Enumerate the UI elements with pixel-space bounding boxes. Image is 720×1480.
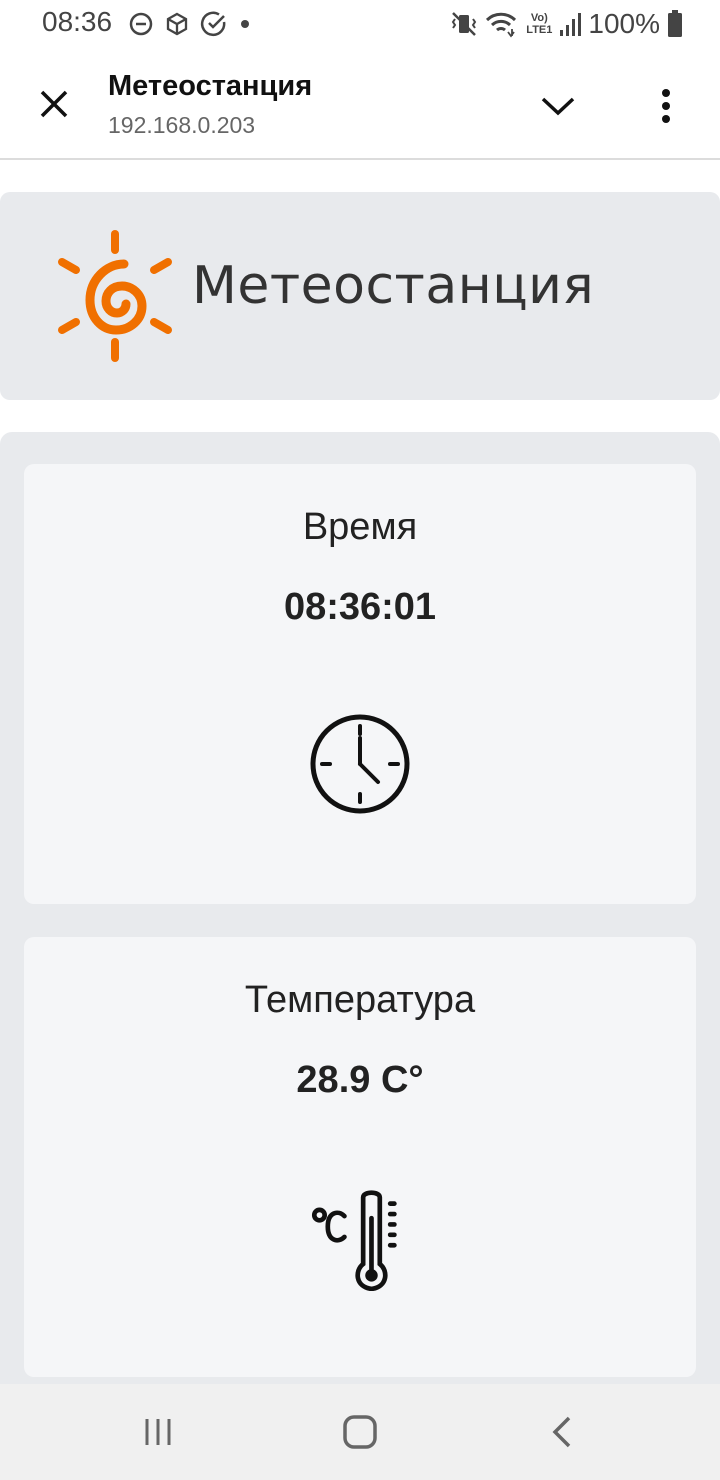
temperature-card: Температура 28.9 C° xyxy=(24,937,696,1377)
dot-icon xyxy=(241,20,249,28)
wifi-icon xyxy=(486,12,517,38)
time-value: 08:36:01 xyxy=(283,586,437,628)
recents-button[interactable] xyxy=(124,1398,192,1466)
status-right-icons: Vo) LTE1 100% xyxy=(450,6,684,42)
brand-name: Метеостанция xyxy=(192,256,595,316)
network-label-bottom: LTE1 xyxy=(526,24,553,36)
status-time: 08:36 xyxy=(42,6,113,37)
temperature-value: 28.9 C° xyxy=(296,1059,424,1101)
app-bar: Метеостанция 192.168.0.203 xyxy=(0,48,720,160)
time-card: Время 08:36:01 xyxy=(24,464,696,904)
expand-button[interactable] xyxy=(526,74,590,138)
app-title: Метеостанция xyxy=(108,70,313,102)
more-options-button[interactable] xyxy=(634,74,698,138)
close-icon xyxy=(40,90,68,118)
home-button[interactable] xyxy=(326,1398,394,1466)
battery-icon xyxy=(668,10,682,37)
network-label-top: Vo) xyxy=(530,12,548,24)
chevron-down-icon xyxy=(541,97,575,116)
battery-percent: 100% xyxy=(588,8,660,39)
web-content: Метеостанция Время 08:36:01 Температура … xyxy=(0,160,720,1392)
cards-section: Время 08:36:01 Температура 28.9 C° xyxy=(0,432,720,1392)
header-card: Метеостанция xyxy=(0,192,720,400)
home-icon xyxy=(343,1415,377,1449)
check-circle-icon xyxy=(200,11,226,37)
time-card-title: Время xyxy=(302,506,418,548)
back-button[interactable] xyxy=(528,1398,596,1466)
signal-icon xyxy=(560,13,582,36)
volte-lte-icon: Vo) LTE1 xyxy=(526,12,552,36)
app-subtitle: 192.168.0.203 xyxy=(108,112,256,138)
more-vert-icon xyxy=(662,89,670,123)
package-icon xyxy=(166,12,188,36)
status-bar: 08:36 Vo) LTE1 100% xyxy=(0,0,720,48)
back-icon xyxy=(552,1416,571,1448)
thermometer-celsius-icon xyxy=(311,1190,397,1291)
navigation-bar xyxy=(0,1384,720,1480)
close-button[interactable] xyxy=(22,72,86,136)
clock-icon xyxy=(310,714,410,814)
sun-spiral-logo xyxy=(58,230,172,362)
status-left-icons xyxy=(128,10,252,38)
vibrate-icon xyxy=(452,12,477,36)
temperature-card-title: Температура xyxy=(244,979,476,1021)
recents-icon xyxy=(145,1419,171,1445)
do-not-disturb-icon xyxy=(129,12,153,36)
